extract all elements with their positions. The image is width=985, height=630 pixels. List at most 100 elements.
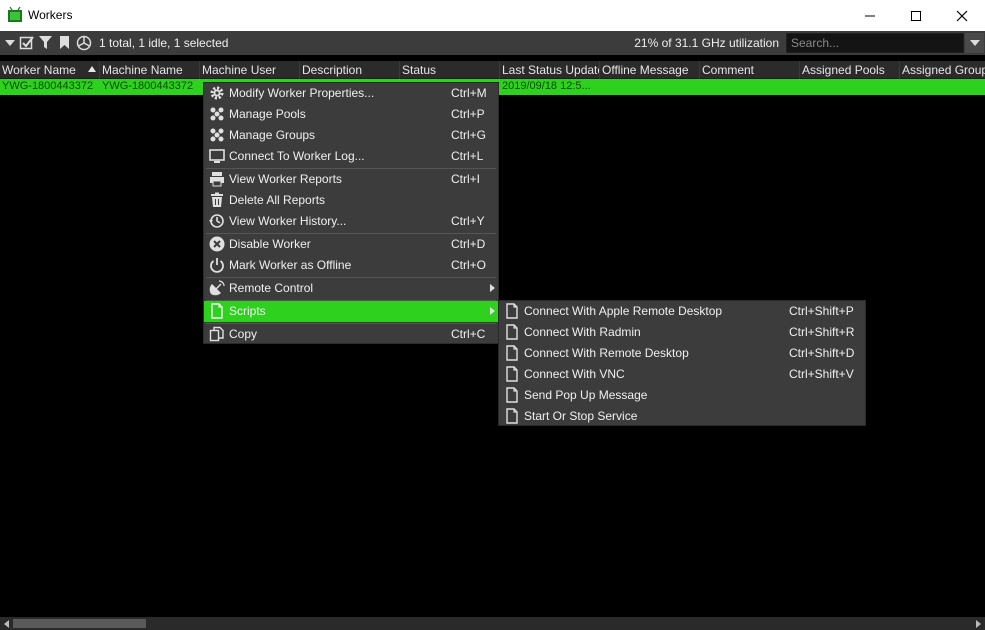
menu-item-label: Connect To Worker Log... bbox=[229, 149, 365, 163]
filter-button[interactable] bbox=[37, 34, 54, 51]
menu-item-view-worker-history[interactable]: View Worker History... Ctrl+Y bbox=[204, 211, 498, 232]
scrollbar-thumb[interactable] bbox=[13, 619, 146, 628]
menu-item-shortcut: Ctrl+L bbox=[451, 149, 484, 163]
column-last-status-update[interactable]: Last Status Update bbox=[500, 61, 600, 79]
cluster-icon bbox=[209, 106, 225, 122]
scroll-left-button[interactable] bbox=[0, 617, 13, 630]
chevron-down-icon bbox=[969, 40, 980, 46]
submenu-item-vnc[interactable]: Connect With VNC Ctrl+Shift+V bbox=[499, 364, 865, 385]
column-header: Worker Name Machine Name Machine User De… bbox=[0, 61, 985, 79]
menu-item-scripts[interactable]: Scripts bbox=[204, 301, 498, 322]
menu-item-delete-all-reports[interactable]: Delete All Reports bbox=[204, 190, 498, 211]
submenu-item-label: Connect With VNC bbox=[524, 367, 625, 381]
menu-item-label: View Worker History... bbox=[229, 214, 347, 228]
menu-item-label: Modify Worker Properties... bbox=[229, 86, 375, 100]
context-menu: Modify Worker Properties... Ctrl+M Manag… bbox=[203, 82, 499, 344]
submenu-item-shortcut: Ctrl+Shift+V bbox=[789, 367, 854, 381]
menu-item-label: Scripts bbox=[229, 304, 266, 318]
submenu-item-shortcut: Ctrl+Shift+R bbox=[789, 325, 855, 339]
power-icon bbox=[209, 257, 225, 273]
minimize-button[interactable] bbox=[847, 0, 893, 31]
menu-item-label: Copy bbox=[229, 327, 258, 341]
document-icon bbox=[504, 387, 520, 403]
menu-item-shortcut: Ctrl+M bbox=[451, 86, 487, 100]
printer-icon bbox=[209, 171, 225, 187]
menu-item-modify-worker-properties[interactable]: Modify Worker Properties... Ctrl+M bbox=[204, 83, 498, 104]
monitor-app-icon bbox=[8, 7, 22, 22]
document-icon bbox=[504, 303, 520, 319]
minimize-icon bbox=[865, 15, 875, 16]
bookmark-button[interactable] bbox=[56, 34, 73, 51]
submenu-item-label: Connect With Apple Remote Desktop bbox=[524, 304, 723, 318]
horizontal-scrollbar[interactable] bbox=[0, 617, 985, 630]
menu-item-label: Mark Worker as Offline bbox=[229, 258, 352, 272]
sort-ascending-icon bbox=[88, 66, 96, 72]
submenu-arrow-icon bbox=[490, 284, 495, 292]
menu-item-shortcut: Ctrl+I bbox=[451, 172, 481, 186]
menu-item-copy[interactable]: Copy Ctrl+C bbox=[204, 324, 498, 345]
menu-item-label: Manage Pools bbox=[229, 107, 306, 121]
filter-icon bbox=[39, 36, 52, 49]
column-machine-user[interactable]: Machine User bbox=[200, 61, 300, 79]
column-description[interactable]: Description bbox=[300, 61, 400, 79]
menu-item-remote-control[interactable]: Remote Control bbox=[204, 278, 498, 299]
column-offline-message[interactable]: Offline Message bbox=[600, 61, 700, 79]
menu-item-view-worker-reports[interactable]: View Worker Reports Ctrl+I bbox=[204, 169, 498, 190]
window-title: Workers bbox=[28, 8, 73, 22]
cluster-icon bbox=[209, 127, 225, 143]
chevron-right-icon bbox=[975, 619, 981, 628]
submenu-item-shortcut: Ctrl+Shift+D bbox=[789, 346, 855, 360]
submenu-item-send-popup-message[interactable]: Send Pop Up Message bbox=[499, 385, 865, 406]
menu-item-shortcut: Ctrl+D bbox=[451, 237, 486, 251]
menu-item-label: View Worker Reports bbox=[229, 172, 342, 186]
close-button[interactable] bbox=[939, 0, 985, 31]
column-assigned-pools[interactable]: Assigned Pools bbox=[800, 61, 900, 79]
submenu-item-label: Connect With Radmin bbox=[524, 325, 641, 339]
close-icon bbox=[956, 10, 968, 21]
menu-item-shortcut: Ctrl+G bbox=[451, 128, 487, 142]
menu-item-label: Disable Worker bbox=[229, 237, 311, 251]
submenu-item-label: Start Or Stop Service bbox=[524, 409, 638, 423]
menu-item-manage-pools[interactable]: Manage Pools Ctrl+P bbox=[204, 104, 498, 125]
menu-item-mark-offline[interactable]: Mark Worker as Offline Ctrl+O bbox=[204, 255, 498, 276]
scripts-submenu: Connect With Apple Remote Desktop Ctrl+S… bbox=[498, 300, 866, 426]
submenu-item-shortcut: Ctrl+Shift+P bbox=[789, 304, 854, 318]
column-assigned-groups[interactable]: Assigned Groups bbox=[900, 61, 985, 79]
monitor-icon bbox=[209, 148, 225, 164]
column-worker-name[interactable]: Worker Name bbox=[0, 61, 100, 79]
chevron-down-icon bbox=[4, 39, 15, 46]
document-icon bbox=[209, 303, 225, 319]
trash-icon bbox=[209, 192, 225, 208]
utilization-text: 21% of 31.1 GHz utilization bbox=[634, 36, 779, 50]
gear-icon bbox=[209, 85, 225, 101]
history-icon bbox=[209, 213, 225, 229]
column-status[interactable]: Status bbox=[400, 61, 500, 79]
checkbox-icon bbox=[19, 36, 34, 50]
dropdown-menu-button[interactable] bbox=[1, 34, 18, 51]
submenu-item-label: Send Pop Up Message bbox=[524, 388, 648, 402]
submenu-item-start-stop-service[interactable]: Start Or Stop Service bbox=[499, 406, 865, 427]
search-input[interactable] bbox=[786, 33, 964, 53]
title-bar: Workers bbox=[0, 0, 985, 31]
menu-item-label: Remote Control bbox=[229, 281, 314, 295]
menu-item-manage-groups[interactable]: Manage Groups Ctrl+G bbox=[204, 125, 498, 146]
menu-item-connect-worker-log[interactable]: Connect To Worker Log... Ctrl+L bbox=[204, 146, 498, 167]
column-comment[interactable]: Comment bbox=[700, 61, 800, 79]
submenu-item-apple-remote-desktop[interactable]: Connect With Apple Remote Desktop Ctrl+S… bbox=[499, 301, 865, 322]
select-button[interactable] bbox=[18, 34, 35, 51]
toolbar: 1 total, 1 idle, 1 selected 21% of 31.1 … bbox=[0, 31, 985, 55]
document-icon bbox=[504, 345, 520, 361]
menu-item-shortcut: Ctrl+Y bbox=[451, 214, 485, 228]
document-icon bbox=[504, 324, 520, 340]
maximize-button[interactable] bbox=[893, 0, 939, 31]
menu-item-disable-worker[interactable]: Disable Worker Ctrl+D bbox=[204, 234, 498, 255]
search-dropdown-button[interactable] bbox=[965, 33, 984, 53]
chevron-left-icon bbox=[3, 619, 9, 628]
bookmark-icon bbox=[60, 36, 69, 49]
submenu-item-radmin[interactable]: Connect With Radmin Ctrl+Shift+R bbox=[499, 322, 865, 343]
column-machine-name[interactable]: Machine Name bbox=[100, 61, 200, 79]
scroll-right-button[interactable] bbox=[972, 617, 985, 630]
pie-chart-button[interactable] bbox=[75, 34, 92, 51]
submenu-item-remote-desktop[interactable]: Connect With Remote Desktop Ctrl+Shift+D bbox=[499, 343, 865, 364]
submenu-arrow-icon bbox=[490, 307, 495, 315]
